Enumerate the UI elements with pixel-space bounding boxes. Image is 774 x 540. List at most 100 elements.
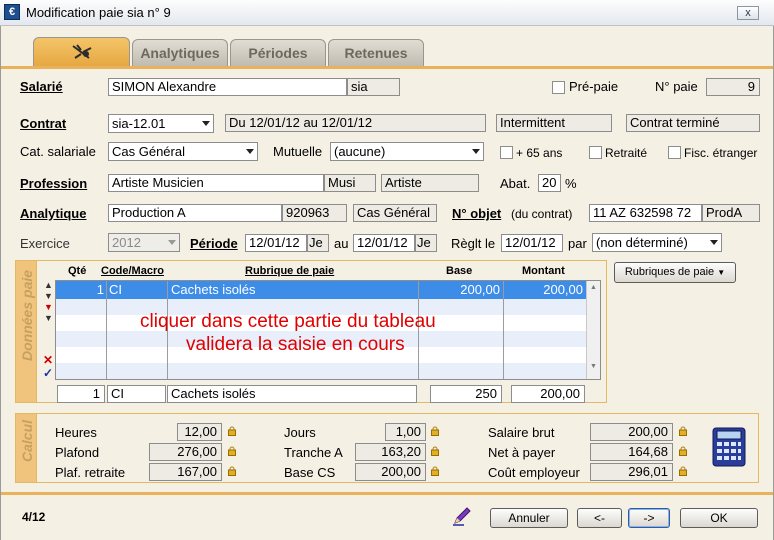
- col-rubrique[interactable]: Rubrique de paie: [245, 265, 334, 277]
- exercice-select: 2012: [108, 233, 180, 252]
- close-button[interactable]: x: [737, 6, 759, 20]
- row-rubrique: Cachets isolés: [171, 282, 256, 297]
- analytique-field[interactable]: Production A: [108, 204, 282, 222]
- chevron-down-icon: [246, 149, 254, 154]
- mutuelle-select-value: (aucune): [334, 144, 386, 159]
- row-base: 200,00: [460, 282, 500, 297]
- trancheA-label: Tranche A: [284, 445, 343, 460]
- lock-icon: [431, 426, 439, 436]
- par-label: par: [568, 236, 587, 251]
- overlay-message-line1: cliquer dans cette partie du tableau: [140, 311, 436, 332]
- par-select[interactable]: (non déterminé): [592, 233, 722, 252]
- contrat-type-field: Intermittent: [496, 114, 612, 132]
- tab-main[interactable]: [33, 37, 130, 67]
- lock-icon: [679, 426, 687, 436]
- donnees-side-panel: Données paie: [15, 260, 37, 403]
- nobjet-label: N° objet: [452, 206, 502, 221]
- contrat-status-field: Contrat terminé: [626, 114, 760, 132]
- col-qte: Qté: [68, 265, 87, 277]
- brut-label: Salaire brut: [488, 425, 555, 440]
- abat-field[interactable]: 20: [538, 174, 561, 192]
- periode-to-field[interactable]: 12/01/12: [353, 234, 415, 252]
- next-button[interactable]: ->: [628, 508, 670, 528]
- rubriques-button-label: Rubriques de paie: [624, 266, 715, 278]
- row-qte: 1: [96, 282, 104, 297]
- mutuelle-select[interactable]: (aucune): [330, 142, 484, 161]
- lock-icon: [228, 446, 236, 456]
- chevron-down-icon: [472, 149, 480, 154]
- edit-montant-field[interactable]: 200,00: [511, 385, 585, 403]
- heures-label: Heures: [55, 425, 97, 440]
- analytique-code-field: 920963: [282, 204, 347, 222]
- periode-from-field[interactable]: 12/01/12: [245, 234, 307, 252]
- baseCS-label: Base CS: [284, 465, 336, 480]
- plafret-value: 167,00: [149, 463, 222, 481]
- tab-periodes[interactable]: Périodes: [230, 39, 326, 67]
- fisc-checkbox[interactable]: [668, 146, 681, 159]
- cat-select[interactable]: Cas Général: [108, 142, 258, 161]
- lock-icon: [228, 466, 236, 476]
- analytique-cat-field: Cas Général: [353, 204, 437, 222]
- window-title: Modification paie sia n° 9: [26, 5, 171, 20]
- footer-divider: [1, 492, 773, 495]
- cout-value: 296,01: [590, 463, 673, 481]
- calculator-icon[interactable]: [712, 427, 746, 467]
- move-down-icon[interactable]: ▼: [44, 291, 53, 302]
- delete-row-icon[interactable]: ✕: [43, 353, 53, 367]
- plus65-label: + 65 ans: [516, 146, 563, 160]
- nobjet-sub-label: (du contrat): [511, 207, 573, 221]
- chevron-down-icon: [168, 240, 176, 245]
- periode-to-day: Je: [415, 234, 437, 252]
- contrat-select-value: sia-12.01: [112, 116, 166, 131]
- calcul-side-panel: Calcul: [15, 413, 37, 483]
- col-montant: Montant: [522, 265, 565, 277]
- insert-row-icon[interactable]: ▼: [44, 302, 53, 313]
- profession-label: Profession: [20, 176, 88, 191]
- nobjet-field[interactable]: 11 AZ 632598 72: [589, 204, 702, 222]
- previous-button[interactable]: <-: [577, 508, 622, 528]
- tab-analytiques[interactable]: Analytiques: [132, 39, 228, 67]
- periode-label: Période: [190, 236, 238, 251]
- retraite-label: Retraité: [605, 146, 648, 160]
- lock-icon: [679, 466, 687, 476]
- trancheA-value: 163,20: [355, 443, 426, 461]
- edit-qte-field[interactable]: 1: [57, 385, 105, 403]
- validate-row-icon[interactable]: ✓: [43, 366, 53, 380]
- contrat-select[interactable]: sia-12.01: [108, 114, 214, 133]
- scroll-up-icon[interactable]: ▲: [587, 284, 600, 291]
- annuler-button[interactable]: Annuler: [490, 508, 568, 528]
- ok-button[interactable]: OK: [680, 508, 758, 528]
- scroll-down-icon[interactable]: ▼: [587, 363, 600, 370]
- col-divider: [503, 281, 504, 379]
- net-label: Net à payer: [488, 445, 556, 460]
- plus65-checkbox[interactable]: [500, 146, 513, 159]
- move-up-icon[interactable]: ▲: [44, 280, 53, 291]
- profession-field[interactable]: Artiste Musicien: [108, 174, 324, 192]
- edit-rubrique-field[interactable]: Cachets isolés: [167, 385, 417, 403]
- edit-code-field[interactable]: CI: [107, 385, 166, 403]
- salarie-name-field[interactable]: SIMON Alexandre: [108, 78, 347, 96]
- reglt-label: Règlt le: [451, 236, 496, 251]
- au-label: au: [334, 236, 349, 251]
- reglt-field[interactable]: 12/01/12: [501, 234, 563, 252]
- lock-icon: [679, 446, 687, 456]
- prepaie-label: Pré-paie: [569, 79, 619, 94]
- chevron-down-icon: [202, 121, 210, 126]
- donnees-side-label: Données paie: [19, 269, 35, 361]
- pen-icon[interactable]: [452, 506, 472, 526]
- salarie-code-field: sia: [347, 78, 400, 96]
- col-code[interactable]: Code/Macro: [101, 265, 164, 277]
- plafond-label: Plafond: [55, 445, 100, 460]
- append-row-icon[interactable]: ▼: [44, 313, 53, 324]
- empty-row: [56, 363, 586, 379]
- prepaie-checkbox[interactable]: [552, 81, 565, 94]
- grid-scrollbar[interactable]: ▲ ▼: [586, 281, 600, 379]
- retraite-checkbox[interactable]: [589, 146, 602, 159]
- rubriques-button[interactable]: Rubriques de paie ▼: [614, 262, 736, 283]
- plafret-label: Plaf. retraite: [55, 465, 126, 480]
- chevron-down-icon: ▼: [717, 268, 726, 277]
- table-row[interactable]: 1 CI Cachets isolés 200,00 200,00: [56, 281, 586, 299]
- mutuelle-label: Mutuelle: [273, 144, 323, 159]
- tab-retenues[interactable]: Retenues: [328, 39, 424, 67]
- edit-base-field[interactable]: 250: [430, 385, 502, 403]
